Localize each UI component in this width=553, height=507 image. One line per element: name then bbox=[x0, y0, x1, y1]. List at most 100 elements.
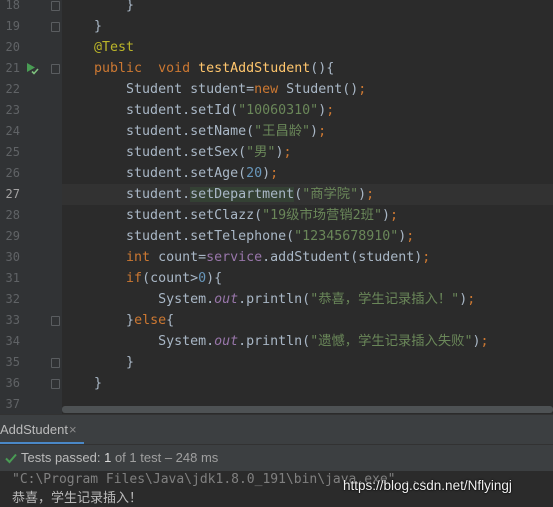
gutter-line[interactable]: 32 bbox=[0, 289, 60, 310]
run-tool-window-tabs: AddStudent × bbox=[0, 414, 553, 445]
code-token: student.setSex( bbox=[62, 145, 247, 160]
code-line[interactable]: } bbox=[62, 352, 553, 373]
code-token: else bbox=[134, 313, 167, 328]
gutter-line[interactable]: 24 bbox=[0, 121, 60, 142]
code-line[interactable]: student.setId("10060310"); bbox=[62, 100, 553, 121]
code-token: .addStudent(student) bbox=[262, 250, 423, 265]
code-token: out bbox=[214, 292, 239, 307]
fold-marker-icon[interactable] bbox=[51, 358, 60, 368]
code-line[interactable]: System.out.println("恭喜，学生记录插入！"); bbox=[62, 289, 553, 310]
gutter-line[interactable]: 37 bbox=[0, 394, 60, 414]
code-token: ) bbox=[310, 124, 319, 139]
code-line[interactable]: } bbox=[62, 0, 553, 16]
code-line[interactable]: public void testAddStudent(){ bbox=[62, 58, 553, 79]
gutter-line[interactable]: 31 bbox=[0, 268, 60, 289]
line-number: 18 bbox=[5, 0, 20, 12]
line-number: 28 bbox=[5, 208, 20, 222]
fold-marker-icon[interactable] bbox=[51, 64, 60, 74]
code-line[interactable]: student.setDepartment("商学院"); bbox=[62, 184, 553, 205]
gutter-line[interactable]: 34 bbox=[0, 331, 60, 352]
gutter-line[interactable]: 33 bbox=[0, 310, 60, 331]
code-token: student.setId( bbox=[62, 103, 239, 118]
status-prefix: Tests passed: bbox=[21, 450, 105, 465]
code-editor[interactable]: 18 19 20 21 22 23 24 25 26 27 28 29 30 31 32 33 34 35 36 37… bbox=[0, 0, 553, 414]
code-line[interactable]: System.out.println("遗憾，学生记录插入失败"); bbox=[62, 331, 553, 352]
gutter-line[interactable]: 22 bbox=[0, 79, 60, 100]
line-number: 24 bbox=[5, 124, 20, 138]
gutter-line[interactable]: 25 bbox=[0, 142, 60, 163]
run-test-icon[interactable] bbox=[25, 61, 39, 75]
status-suffix: of 1 test – 248 ms bbox=[111, 450, 219, 465]
line-number: 36 bbox=[5, 376, 20, 390]
fold-marker-icon[interactable] bbox=[51, 1, 60, 11]
code-line[interactable]: student.setSex("男"); bbox=[62, 142, 553, 163]
line-number: 34 bbox=[5, 334, 20, 348]
code-token: } bbox=[62, 355, 135, 370]
fold-marker-icon[interactable] bbox=[51, 379, 60, 389]
gutter-line[interactable]: 19 bbox=[0, 16, 60, 37]
code-token: ; bbox=[467, 292, 476, 307]
code-line[interactable]: if(count>0){ bbox=[62, 268, 553, 289]
line-number: 21 bbox=[5, 61, 20, 75]
run-tab[interactable]: AddStudent bbox=[0, 415, 72, 445]
test-status-bar: Tests passed: 1 of 1 test – 248 ms bbox=[0, 444, 553, 471]
code-line[interactable]: } bbox=[62, 16, 553, 37]
line-number: 30 bbox=[5, 250, 20, 264]
code-token: ) bbox=[472, 334, 481, 349]
code-token: "12345678910" bbox=[294, 229, 399, 244]
code-token: public bbox=[94, 61, 143, 76]
code-token: } bbox=[62, 376, 103, 391]
close-icon[interactable]: × bbox=[69, 423, 77, 437]
code-line[interactable]: student.setAge(20); bbox=[62, 163, 553, 184]
check-icon bbox=[5, 453, 17, 464]
code-token: epartment bbox=[222, 187, 295, 202]
code-token: int bbox=[126, 250, 151, 265]
gutter-line[interactable]: 27 bbox=[0, 184, 60, 205]
code-token: ; bbox=[318, 124, 327, 139]
code-line[interactable]: }else{ bbox=[62, 310, 553, 331]
line-number: 31 bbox=[5, 271, 20, 285]
gutter-line[interactable]: 35 bbox=[0, 352, 60, 373]
code-token: Student student= bbox=[62, 82, 255, 97]
code-line[interactable]: @Test bbox=[62, 37, 553, 58]
line-number: 27 bbox=[5, 187, 20, 201]
gutter-line[interactable]: 23 bbox=[0, 100, 60, 121]
line-number: 32 bbox=[5, 292, 20, 306]
code-line[interactable]: student.setClazz("19级市场营销2班"); bbox=[62, 205, 553, 226]
code-token: } bbox=[62, 19, 103, 34]
horizontal-scrollbar[interactable] bbox=[62, 404, 553, 414]
code-line[interactable]: student.setTelephone("12345678910"); bbox=[62, 226, 553, 247]
fold-marker-icon[interactable] bbox=[51, 316, 60, 326]
code-token: void bbox=[158, 61, 191, 76]
code-token: ; bbox=[366, 187, 375, 202]
line-gutter: 18 19 20 21 22 23 24 25 26 27 28 29 30 31 32 33 34 35 36 37 bbox=[0, 0, 62, 414]
code-line[interactable]: Student student=new Student(); bbox=[62, 79, 553, 100]
code-line[interactable]: int count=service.addStudent(student); bbox=[62, 247, 553, 268]
code-token: } bbox=[62, 0, 135, 13]
gutter-line[interactable]: 26 bbox=[0, 163, 60, 184]
line-number: 26 bbox=[5, 166, 20, 180]
code-token: System. bbox=[62, 292, 215, 307]
gutter-line[interactable]: 29 bbox=[0, 226, 60, 247]
gutter-line[interactable]: 20 bbox=[0, 37, 60, 58]
gutter-line[interactable]: 28 bbox=[0, 205, 60, 226]
console-output-line: 恭喜，学生记录插入！ bbox=[12, 491, 143, 506]
watermark: https://blog.csdn.net/Nflyingj bbox=[343, 478, 512, 493]
scrollbar-thumb[interactable] bbox=[62, 406, 553, 413]
line-number: 20 bbox=[5, 40, 20, 54]
code-token: ; bbox=[270, 166, 279, 181]
code-token: } bbox=[62, 313, 135, 328]
line-number: 35 bbox=[5, 355, 20, 369]
gutter-line[interactable]: 36 bbox=[0, 373, 60, 394]
line-number: 37 bbox=[5, 397, 20, 411]
fold-marker-icon[interactable] bbox=[51, 22, 60, 32]
line-number: 22 bbox=[5, 82, 20, 96]
gutter-line[interactable]: 18 bbox=[0, 0, 60, 16]
gutter-line[interactable]: 30 bbox=[0, 247, 60, 268]
code-line[interactable]: student.setName("王昌龄"); bbox=[62, 121, 553, 142]
code-token: @Test bbox=[94, 40, 135, 55]
code-line[interactable]: } bbox=[62, 373, 553, 394]
gutter-line[interactable]: 21 bbox=[0, 58, 60, 79]
test-result-text: Tests passed: 1 of 1 test – 248 ms bbox=[21, 445, 218, 471]
